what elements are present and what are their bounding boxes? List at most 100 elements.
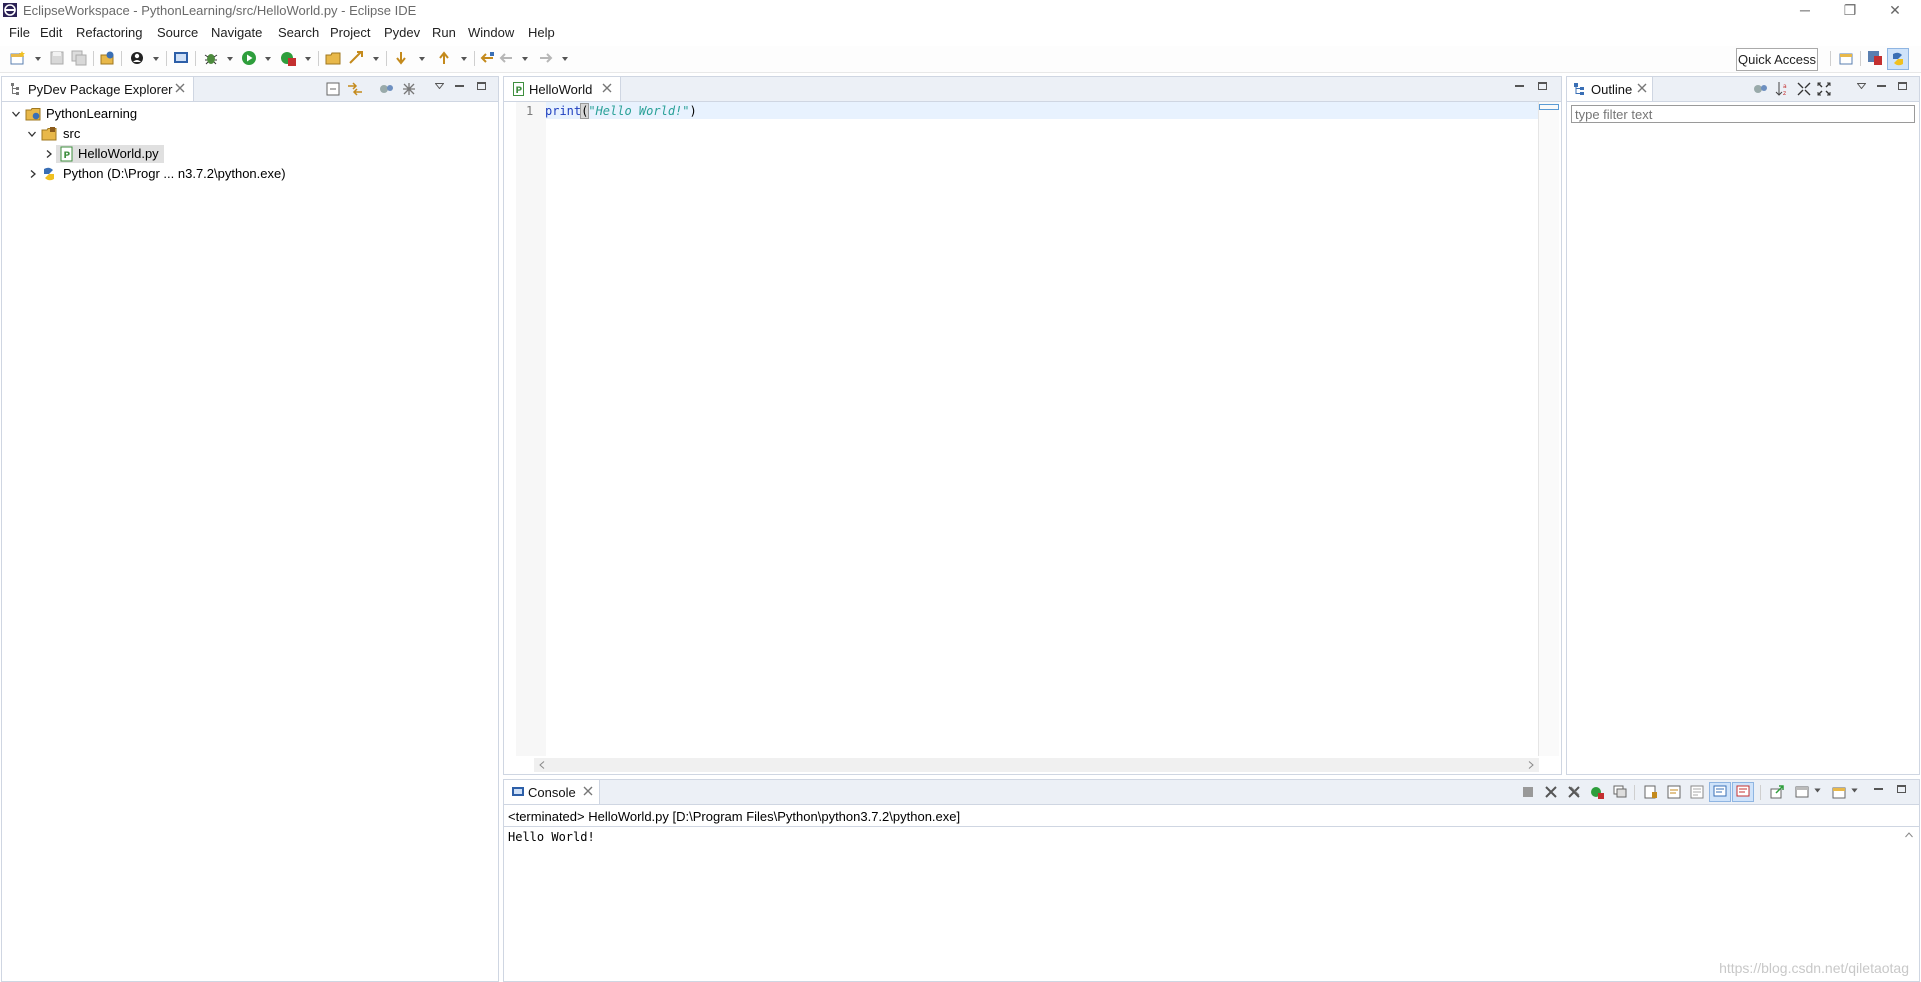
horizontal-scrollbar[interactable] (534, 758, 1539, 772)
collapse-all-icon[interactable] (326, 82, 340, 96)
user-icon[interactable] (129, 50, 145, 66)
new-console-dropdown-icon[interactable] (1851, 788, 1858, 793)
maximize-view-button[interactable] (477, 82, 486, 90)
forward-icon[interactable] (538, 50, 554, 66)
expand-chevron-icon[interactable] (12, 110, 20, 118)
new-console-icon[interactable] (1832, 785, 1846, 799)
close-window-button[interactable]: ✕ (1872, 0, 1918, 22)
user-dropdown-arrow[interactable] (153, 57, 159, 61)
tree-item-helloworld[interactable]: P HelloWorld.py (42, 145, 342, 163)
scroll-right-arrow-icon[interactable] (1527, 761, 1535, 769)
open-type-icon[interactable] (325, 50, 341, 66)
pin-console-icon[interactable] (1613, 785, 1627, 799)
run-dropdown-arrow[interactable] (265, 57, 271, 61)
maximize-editor-button[interactable] (1538, 82, 1547, 90)
tab-package-explorer[interactable]: PyDev Package Explorer (2, 77, 194, 101)
collapsed-chevron-icon[interactable] (29, 170, 37, 178)
filter-icon[interactable] (1753, 82, 1769, 96)
menu-source[interactable]: Source (157, 25, 198, 40)
minimize-editor-button[interactable] (1515, 85, 1524, 87)
code-line-1[interactable]: print("Hello World!") (545, 103, 697, 119)
debug-icon[interactable] (203, 50, 219, 66)
expand-all-icon[interactable] (1817, 82, 1831, 96)
outline-filter-input[interactable] (1571, 105, 1915, 123)
menu-navigate[interactable]: Navigate (211, 25, 262, 40)
menu-pydev[interactable]: Pydev (384, 25, 420, 40)
quick-access-field[interactable]: Quick Access (1736, 48, 1818, 71)
terminate-icon[interactable] (1522, 786, 1534, 798)
forward-dropdown-arrow[interactable] (562, 57, 568, 61)
open-console-icon[interactable] (1770, 785, 1784, 799)
collapsed-chevron-icon[interactable] (45, 150, 53, 158)
next-annotation-dropdown-arrow[interactable] (419, 57, 425, 61)
close-tab-icon[interactable] (174, 82, 186, 94)
java-perspective-icon[interactable] (1867, 50, 1883, 66)
minimize-view-button[interactable] (1874, 788, 1883, 790)
next-annotation-icon[interactable] (393, 50, 409, 66)
external-tools-dropdown-arrow[interactable] (305, 57, 311, 61)
overview-ruler-marker[interactable] (1539, 104, 1559, 110)
word-wrap-icon[interactable] (1667, 785, 1681, 799)
tree-item-python-interpreter[interactable]: Python (D:\Progr ... n3.7.2\python.exe) (26, 165, 426, 183)
overview-ruler[interactable] (1538, 102, 1559, 756)
menu-window[interactable]: Window (468, 25, 514, 40)
back-icon[interactable] (498, 50, 514, 66)
maximize-view-button[interactable] (1897, 785, 1906, 793)
restore-button[interactable]: ❐ (1827, 0, 1873, 22)
external-tools-icon[interactable] (280, 50, 296, 66)
display-console-dropdown-icon[interactable] (1814, 788, 1821, 793)
debug-dropdown-arrow[interactable] (227, 57, 233, 61)
menu-edit[interactable]: Edit (40, 25, 62, 40)
view-menu-icon[interactable] (435, 83, 444, 89)
collapse-all-icon[interactable] (1797, 82, 1811, 96)
new-pydev-project-icon[interactable] (99, 50, 115, 66)
tab-outline[interactable]: Outline (1567, 77, 1653, 101)
menu-help[interactable]: Help (528, 25, 555, 40)
remove-all-terminated-icon[interactable] (1567, 785, 1581, 799)
save-all-icon[interactable] (71, 50, 87, 66)
back-dropdown-arrow[interactable] (522, 57, 528, 61)
menu-project[interactable]: Project (330, 25, 370, 40)
console-output[interactable]: Hello World! (508, 830, 595, 844)
run-icon[interactable] (241, 50, 257, 66)
view-menu-icon[interactable] (1857, 83, 1866, 89)
sort-alphabetically-icon[interactable]: az (1775, 81, 1791, 97)
menu-search[interactable]: Search (278, 25, 319, 40)
new-wizard-icon[interactable] (10, 50, 26, 66)
tree-item-project[interactable]: PythonLearning (10, 105, 310, 123)
tab-console[interactable]: Console (504, 780, 600, 804)
filter-icon[interactable] (379, 82, 395, 96)
open-perspective-icon[interactable] (1838, 50, 1854, 66)
debug-console-icon[interactable] (1590, 785, 1604, 799)
display-selected-console-icon[interactable] (1795, 785, 1809, 799)
minimize-button[interactable]: ─ (1782, 0, 1828, 22)
minimize-view-button[interactable] (455, 85, 464, 87)
minimize-view-button[interactable] (1877, 85, 1886, 87)
previous-annotation-dropdown-arrow[interactable] (461, 57, 467, 61)
scroll-up-arrow-icon[interactable] (1905, 831, 1913, 839)
close-tab-icon[interactable] (601, 82, 613, 94)
show-console-on-stderr-button[interactable] (1732, 782, 1754, 802)
open-task-icon[interactable] (348, 50, 364, 66)
maximize-view-button[interactable] (1898, 82, 1907, 90)
show-console-on-stdout-button[interactable] (1709, 782, 1731, 802)
tree-item-src[interactable]: src (26, 125, 326, 143)
expand-chevron-icon[interactable] (28, 130, 36, 138)
menu-run[interactable]: Run (432, 25, 456, 40)
save-icon[interactable] (49, 50, 65, 66)
terminal-icon[interactable] (173, 50, 189, 66)
pydev-perspective-button[interactable] (1887, 48, 1909, 70)
scroll-left-arrow-icon[interactable] (538, 761, 546, 769)
open-task-dropdown-arrow[interactable] (373, 57, 379, 61)
close-tab-icon[interactable] (582, 785, 594, 797)
tab-helloworld[interactable]: P HelloWorld (504, 77, 621, 101)
scroll-lock-icon[interactable] (1644, 785, 1658, 799)
new-dropdown-arrow[interactable] (35, 57, 41, 61)
close-tab-icon[interactable] (1636, 82, 1648, 94)
remove-launch-icon[interactable] (1544, 785, 1558, 799)
show-on-output-icon[interactable] (1690, 785, 1704, 799)
previous-annotation-icon[interactable] (436, 50, 452, 66)
customize-view-icon[interactable] (401, 82, 417, 96)
last-edit-location-icon[interactable] (479, 50, 495, 66)
menu-refactoring[interactable]: Refactoring (76, 25, 142, 40)
